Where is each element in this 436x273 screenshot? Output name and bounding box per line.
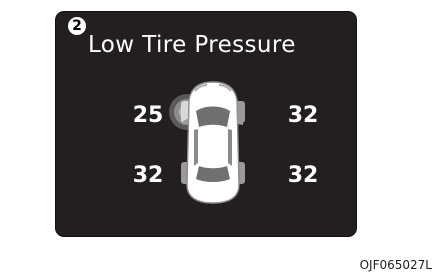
front-right-tire-pressure: 32 xyxy=(287,103,319,128)
figure-id-label: OJF065027L xyxy=(359,258,432,272)
display-title: Low Tire Pressure xyxy=(88,32,296,58)
rear-right-tire-pressure: 32 xyxy=(287,163,319,188)
callout-number-icon: 2 xyxy=(68,17,86,35)
car-top-view-icon xyxy=(169,81,245,204)
